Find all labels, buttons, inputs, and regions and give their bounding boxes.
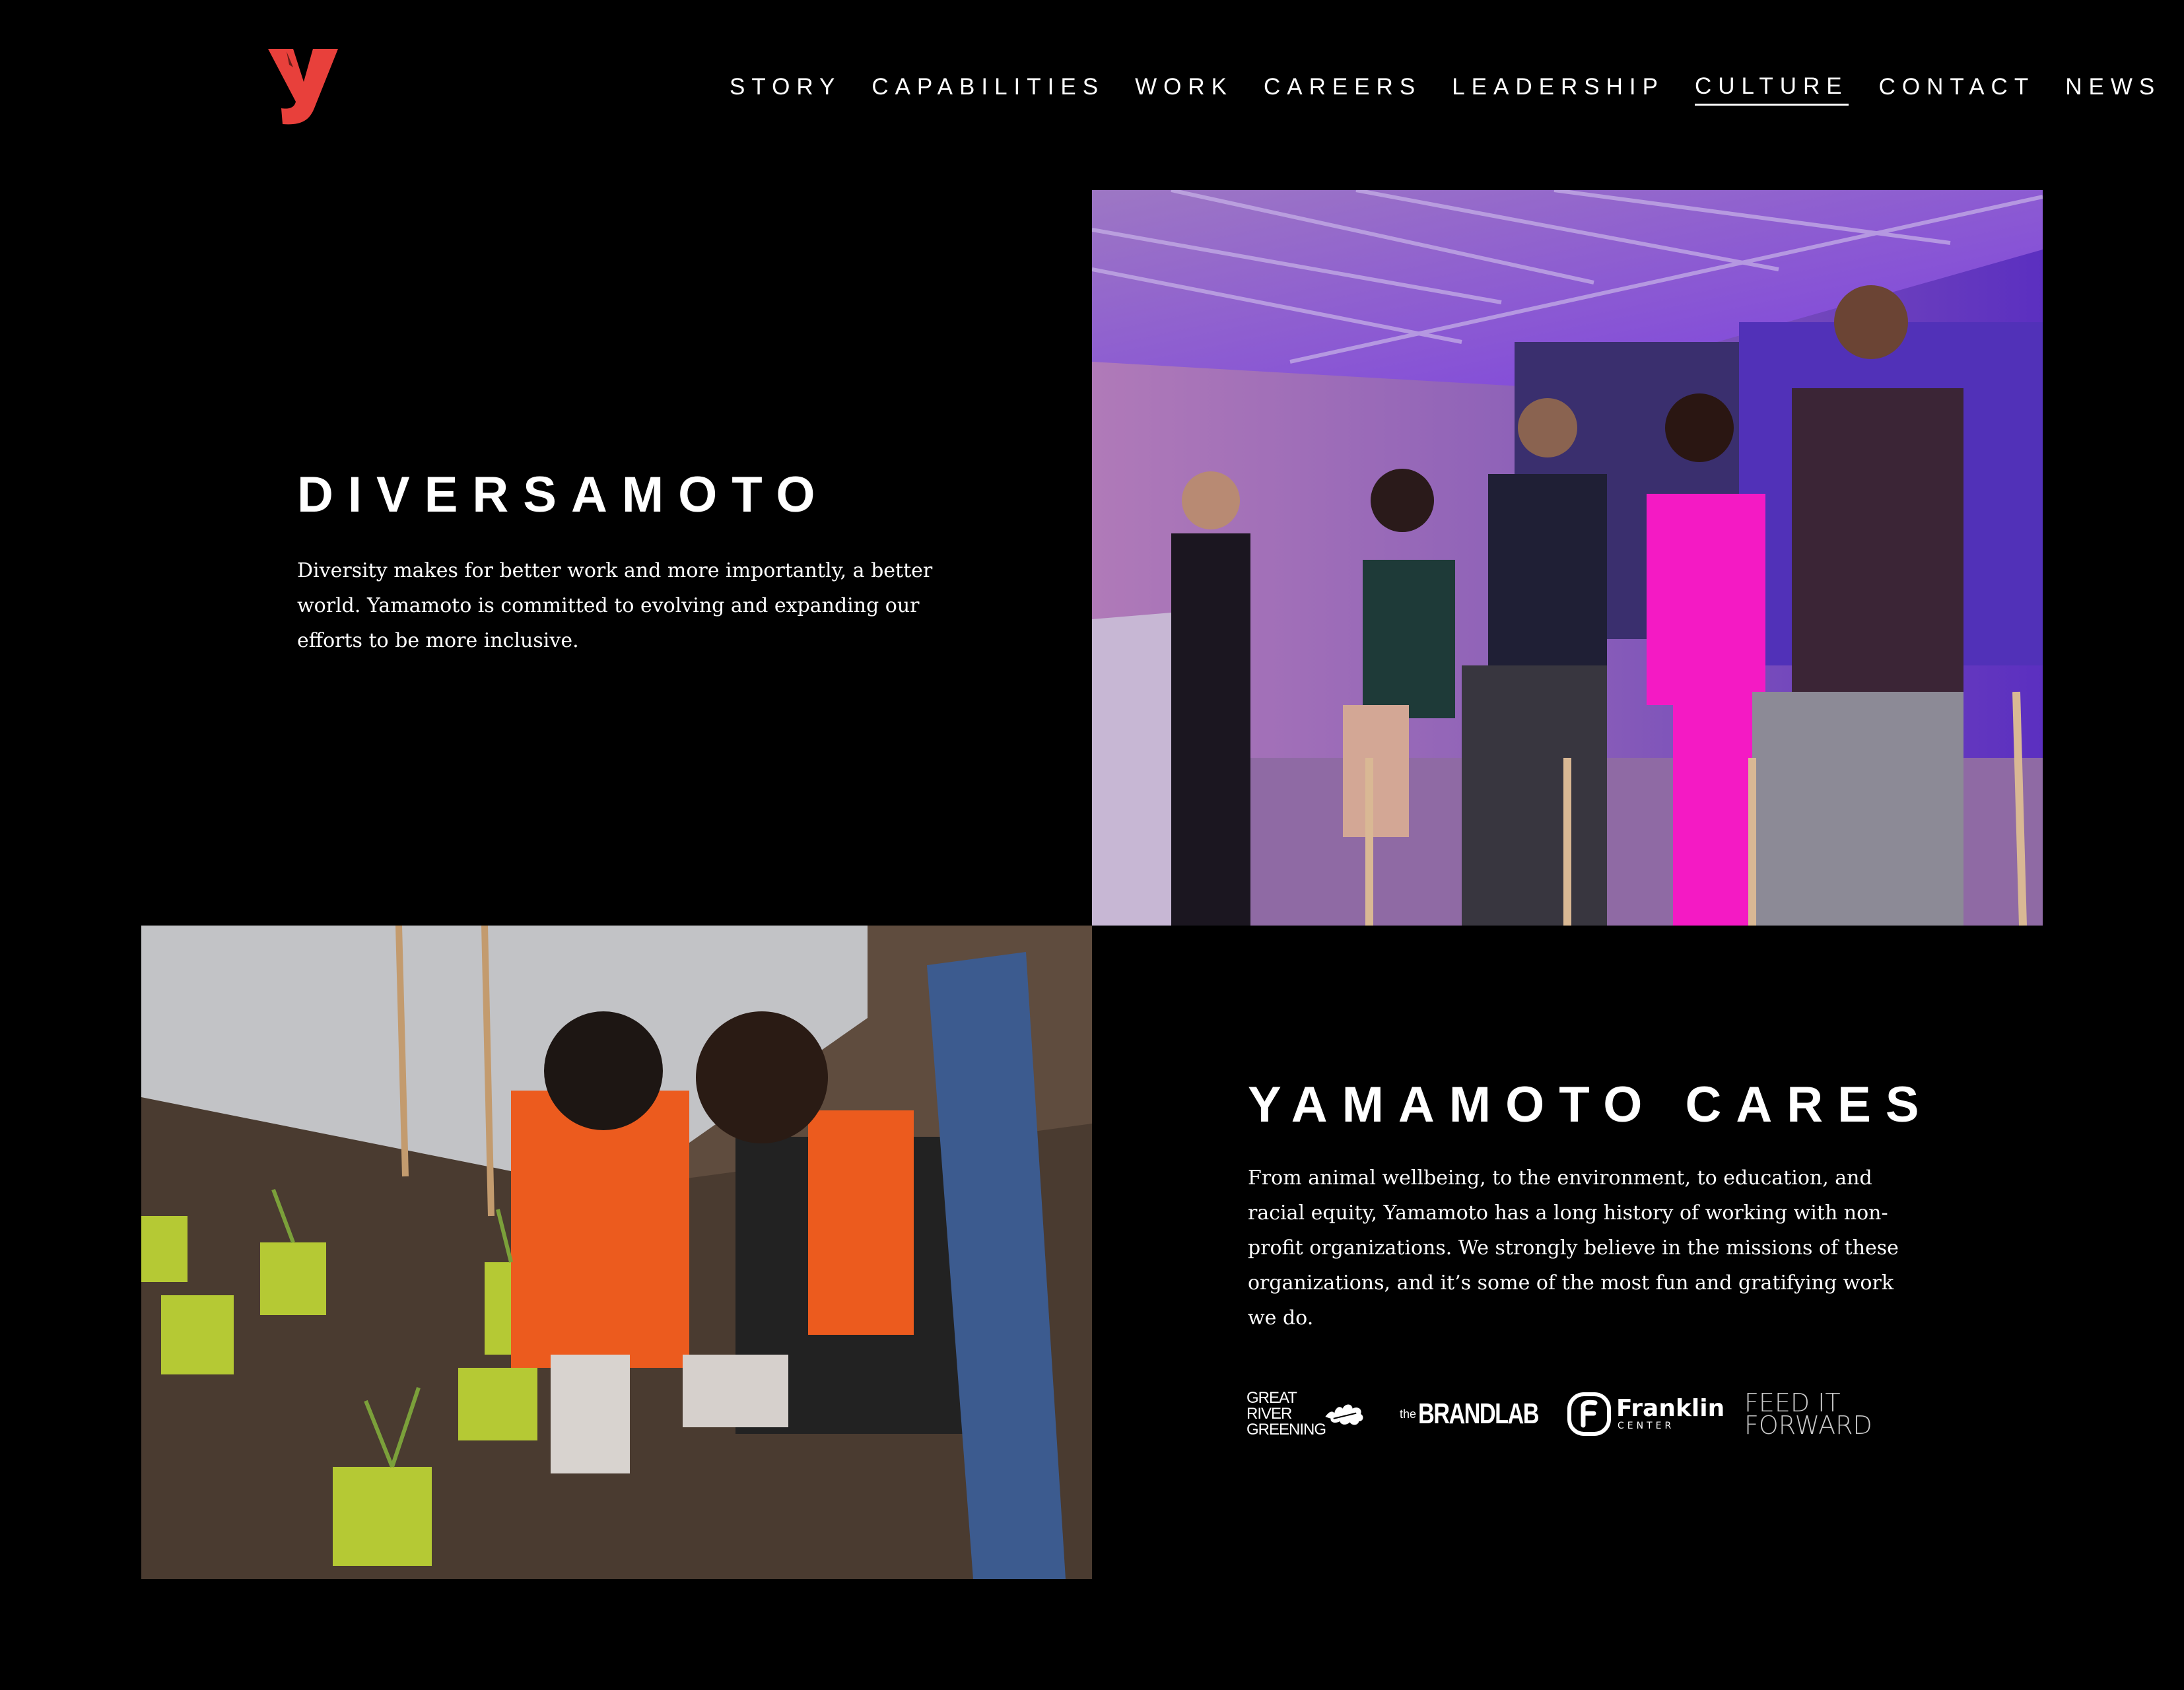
yamamoto-logo[interactable] — [267, 45, 339, 125]
diversamoto-title: DIVERSAMOTO — [297, 467, 830, 523]
nav-story[interactable]: STORY — [730, 74, 841, 104]
nav-contact[interactable]: CONTACT — [1879, 74, 2035, 104]
oak-leaf-icon — [1325, 1404, 1363, 1425]
panel-discussion-photo — [1092, 190, 2043, 926]
brandlab-logo[interactable]: the BRANDLAB — [1400, 1386, 1572, 1442]
yamamoto-cares-body: From animal wellbeing, to the environmen… — [1248, 1161, 1921, 1335]
nav-news: NEWS — [2065, 74, 2162, 100]
main-nav: STORY CAPABILITIES WORK CAREERS LEADERSH… — [730, 69, 2161, 109]
nav-capabilities[interactable]: CAPABILITIES — [871, 74, 1105, 104]
body-line: we do. — [1248, 1306, 1314, 1330]
site-header: STORY CAPABILITIES WORK CAREERS LEADERSH… — [0, 0, 2184, 178]
yamamoto-cares-title: YAMAMOTO CARES — [1248, 1077, 1934, 1133]
nav-careers[interactable]: CAREERS — [1264, 74, 1421, 104]
body-line: organizations, and it’s some of the most… — [1248, 1271, 1894, 1295]
diversamoto-body: Diversity makes for better work and more… — [297, 553, 957, 658]
logo-text: Franklin — [1616, 1395, 1725, 1422]
logo-text: CENTER — [1618, 1421, 1675, 1431]
volunteers-planting-photo — [141, 926, 1092, 1579]
franklin-center-logo[interactable]: Franklin CENTER — [1567, 1386, 1724, 1442]
logo-text: GREAT — [1246, 1389, 1297, 1407]
great-river-greening-logo[interactable]: GREAT RIVER GREENING — [1246, 1386, 1365, 1442]
body-line: world. Yamamoto is committed to evolving… — [297, 594, 920, 617]
logo-text: GREENING — [1246, 1421, 1326, 1438]
logo-text: FORWARD — [1744, 1411, 1872, 1440]
body-line: From animal wellbeing, to the environmen… — [1248, 1166, 1872, 1190]
body-line: efforts to be more inclusive. — [297, 629, 579, 652]
body-line: Diversity makes for better work and more… — [297, 559, 933, 582]
nav-leadership[interactable]: LEADERSHIP — [1452, 74, 1664, 104]
logo-text: RIVER — [1246, 1405, 1292, 1423]
logo-text: the — [1400, 1407, 1417, 1421]
nav-culture[interactable]: CULTURE — [1694, 73, 1849, 106]
body-line: racial equity, Yamamoto has a long histo… — [1248, 1201, 1888, 1225]
franklin-f-icon — [1567, 1392, 1611, 1436]
logo-text: BRANDLAB — [1418, 1398, 1540, 1430]
feed-it-forward-logo[interactable]: FEED IT FORWARD — [1744, 1386, 1872, 1442]
partner-logos: GREAT RIVER GREENING the BRANDLAB Frankl… — [1246, 1386, 1894, 1442]
nav-work[interactable]: WORK — [1135, 74, 1233, 104]
body-line: profit organizations. We strongly believ… — [1248, 1236, 1899, 1260]
